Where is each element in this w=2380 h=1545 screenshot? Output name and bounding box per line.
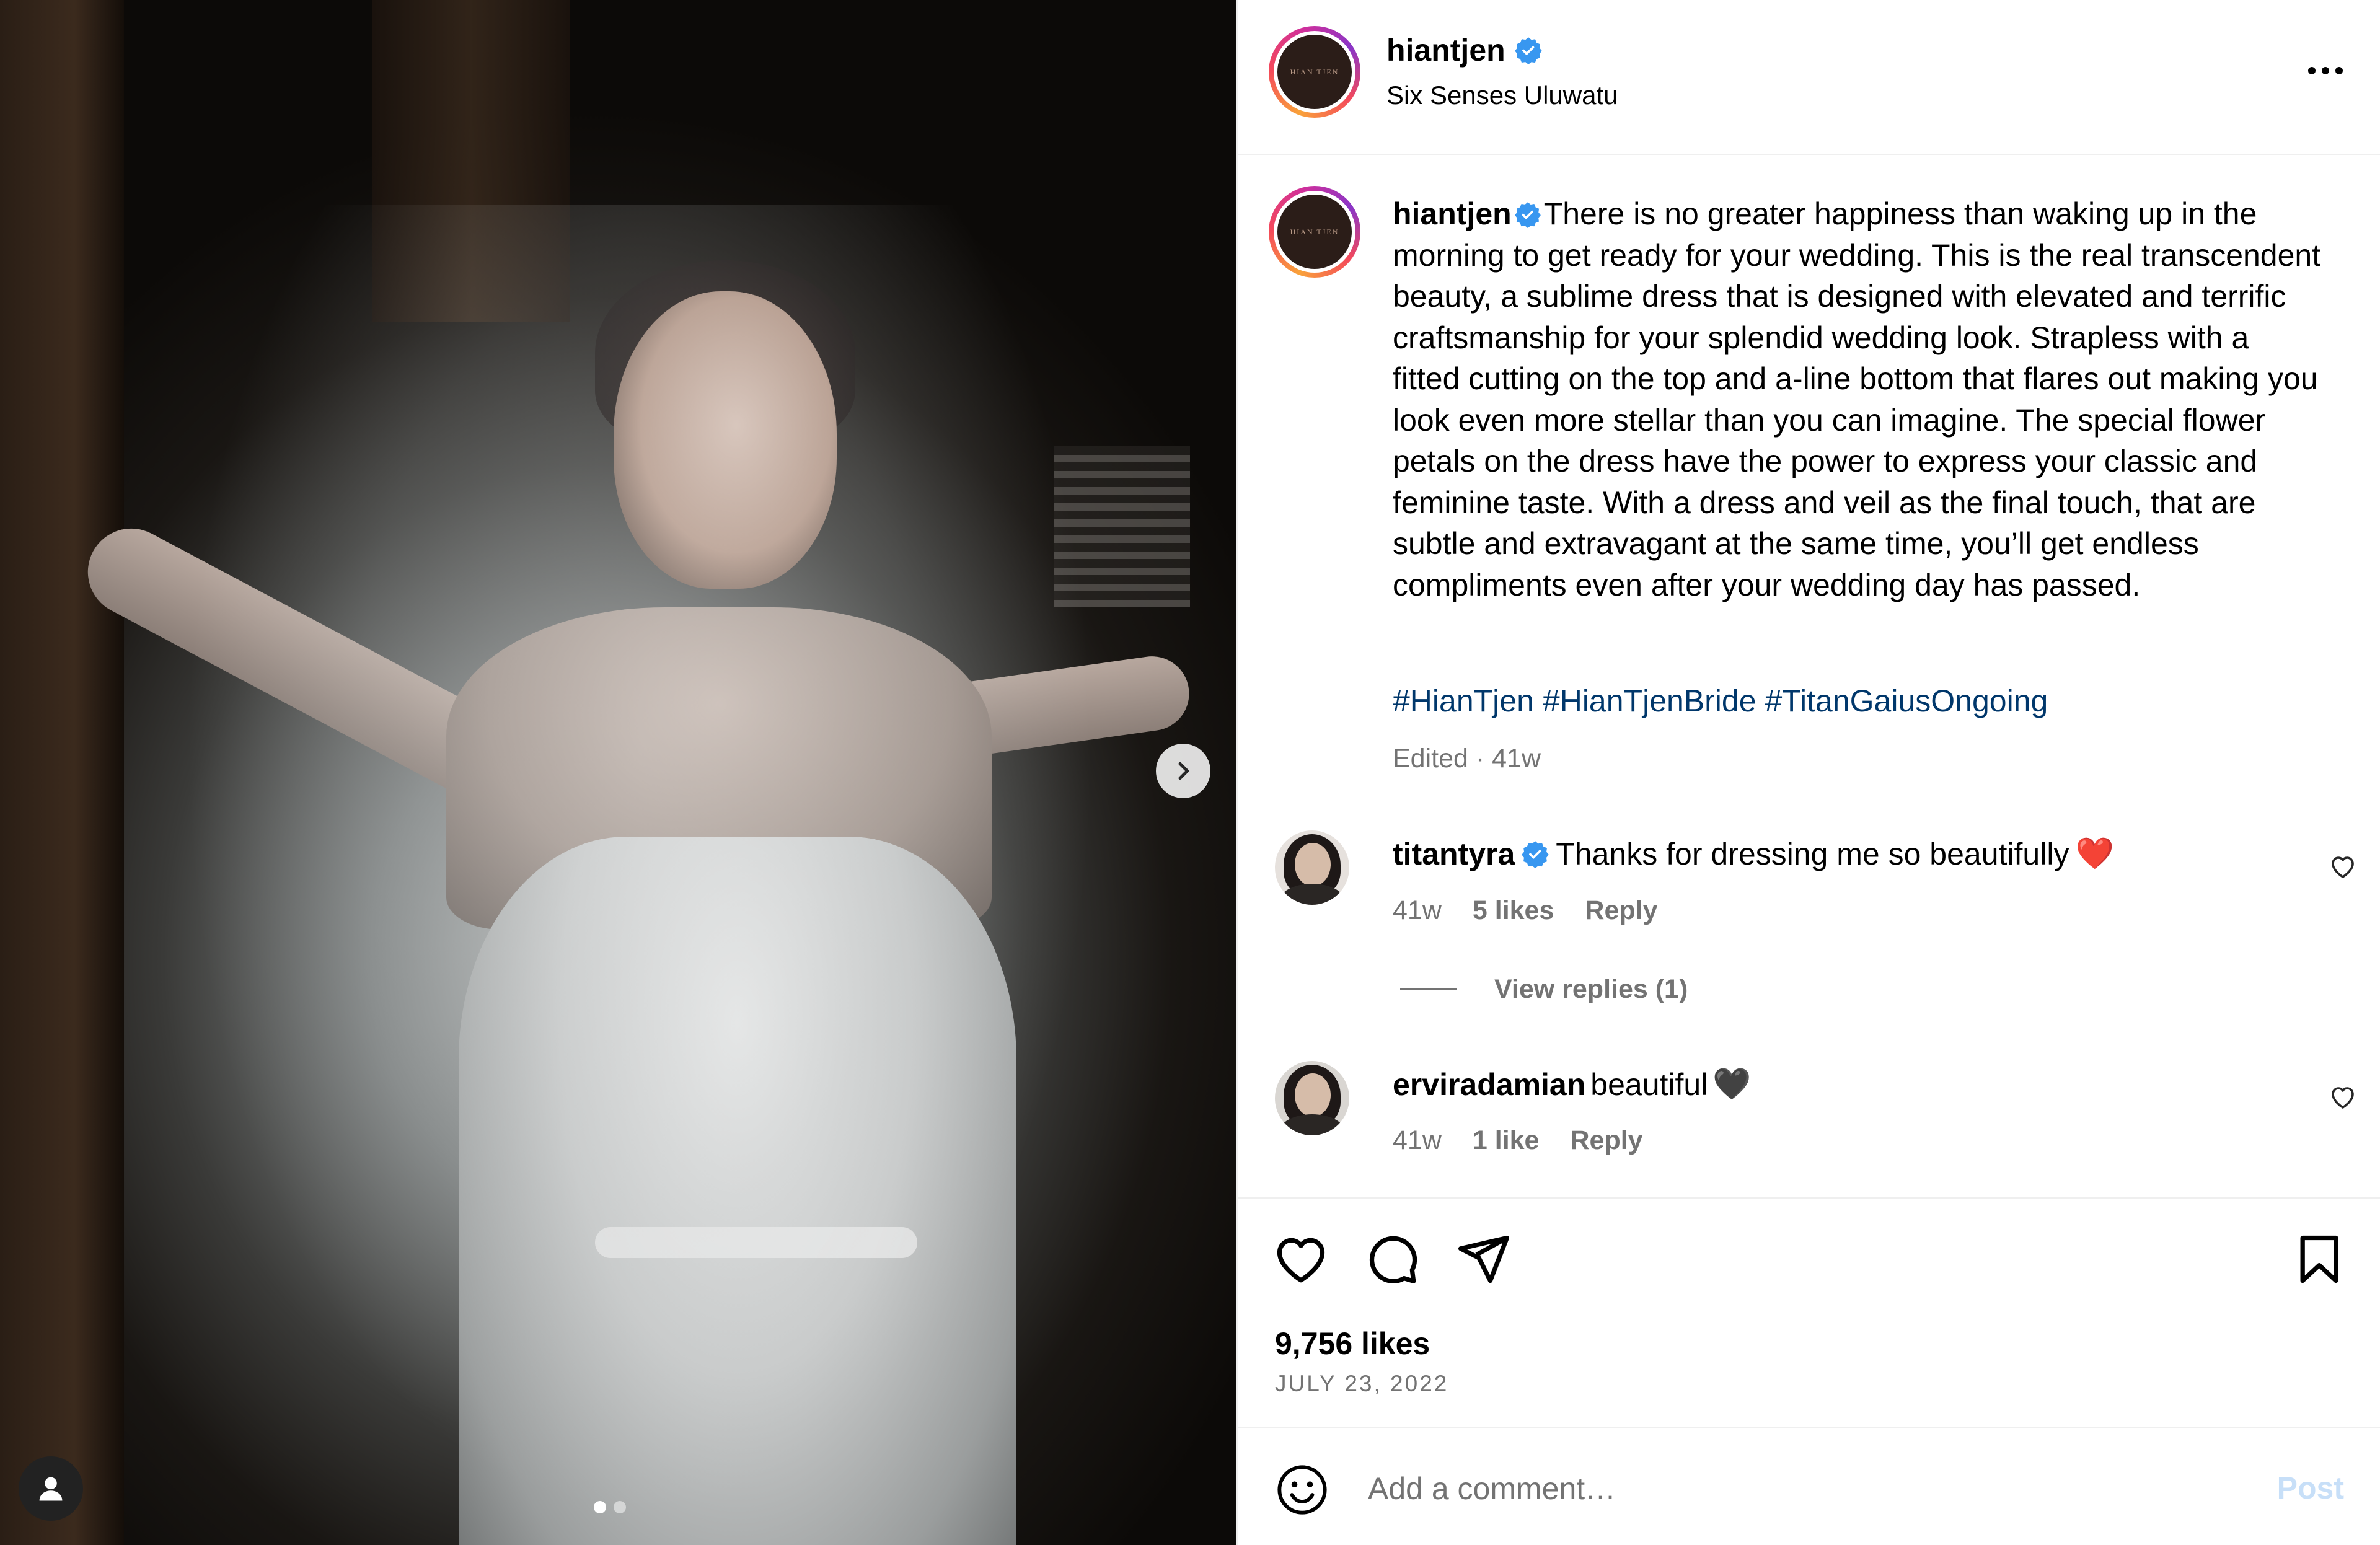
black-heart-emoji: 🖤 [1712,1067,1752,1101]
save-bookmark-icon[interactable] [2291,1231,2348,1288]
view-replies-button[interactable]: View replies (1) [1400,974,1688,1005]
like-comment-heart-icon[interactable] [2328,852,2358,881]
more-icon [2308,67,2343,74]
reply-button[interactable]: Reply [1585,896,1657,926]
author-username[interactable]: hiantjen [1386,32,1505,68]
verified-badge-icon [1514,202,1541,228]
author-username-row: hiantjen [1386,32,1543,68]
comment-time: 41w [1393,1125,1442,1155]
avatar-logo: HIAN TJEN [1277,35,1352,109]
carousel-dot-2 [614,1501,626,1513]
hashtag-link[interactable]: #HianTjenBride [1543,684,1756,718]
tagged-users-button[interactable] [19,1456,83,1521]
user-icon [39,1477,63,1501]
verified-badge-icon [1514,37,1542,64]
comment-meta: 41w 1 like Reply [1393,1125,1643,1156]
hashtag-list: #HianTjen #HianTjenBride #TitanGaiusOngoin… [1393,683,2056,719]
comment-likes[interactable]: 5 likes [1473,896,1554,926]
view-replies-label: View replies (1) [1494,974,1688,1004]
comment-meta: 41w 5 likes Reply [1393,896,1658,926]
post-image[interactable] [0,0,1236,1545]
verified-badge-icon [1522,840,1549,868]
post-caption: hiantjen There is no greater happiness th… [1393,193,2322,605]
edited-timestamp: Edited · 41w [1393,744,1541,773]
post-date: JULY 23, 2022 [1275,1371,1449,1396]
carousel-next-button[interactable] [1156,744,1210,798]
comment-likes[interactable]: 1 like [1473,1125,1540,1156]
comment-bubble-icon[interactable] [1363,1231,1420,1288]
replies-divider-line [1400,988,1457,990]
caption-username[interactable]: hiantjen [1393,196,1512,231]
caption-avatar[interactable]: HIAN TJEN [1269,186,1360,278]
post-location[interactable]: Six Senses Uluwatu [1386,81,1618,110]
red-heart-emoji: ❤️ [2075,836,2114,871]
share-paper-plane-icon[interactable] [1455,1231,1512,1288]
like-comment-heart-icon[interactable] [2328,1082,2358,1112]
more-options-button[interactable] [2307,50,2344,76]
carousel-dot-1 [594,1501,606,1513]
like-heart-icon[interactable] [1272,1231,1329,1288]
post-details-panel: HIAN TJEN hiantjen Six Senses Uluwatu HI… [1236,0,2380,1545]
hashtag-link[interactable]: #HianTjen [1393,684,1534,718]
chevron-right-icon [1178,762,1189,780]
comment-composer: Post [1238,1427,2380,1545]
hashtag-link[interactable]: #TitanGaiusOngoing [1765,684,2048,718]
post-comment-button[interactable]: Post [2277,1470,2344,1506]
emoji-smiley-icon[interactable] [1275,1463,1329,1517]
commenter-avatar[interactable] [1275,830,1349,905]
author-avatar[interactable]: HIAN TJEN [1269,26,1360,118]
caption-text: There is no greater happiness than wakin… [1393,196,2321,602]
post-actions: 9,756 likes JULY 23, 2022 [1238,1197,2380,1427]
carousel-indicator [594,1501,626,1513]
comment-text: Thanks for dressing me so beautifully [1556,836,2069,871]
likes-count[interactable]: 9,756 likes [1275,1326,1430,1362]
comment-body: erviradamian beautiful 🖤 [1393,1066,1752,1103]
comment-username[interactable]: titantyra [1393,836,1515,872]
avatar-logo: HIAN TJEN [1277,195,1352,269]
comment-time: 41w [1393,896,1442,925]
bridal-veil [74,205,1236,1545]
comment-text: beautiful [1590,1067,1708,1102]
comment-body: titantyra Thanks for dressing me so beau… [1393,835,2114,872]
post-header: HIAN TJEN hiantjen Six Senses Uluwatu [1238,0,2380,155]
add-comment-input[interactable] [1368,1464,2174,1513]
commenter-avatar[interactable] [1275,1061,1349,1135]
comment-username[interactable]: erviradamian [1393,1067,1585,1103]
reply-button[interactable]: Reply [1570,1125,1642,1156]
